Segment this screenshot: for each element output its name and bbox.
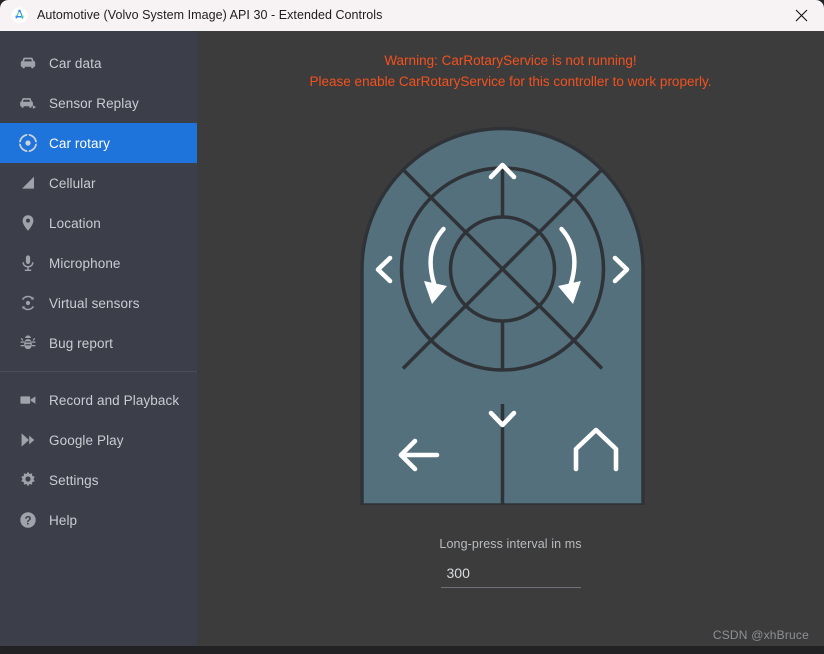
virtual-sensors-icon [17, 292, 39, 314]
window-title: Automotive (Volvo System Image) API 30 -… [37, 8, 383, 22]
microphone-icon [17, 252, 39, 274]
sidebar-item-label: Bug report [49, 335, 114, 351]
sidebar-item-cellular[interactable]: Cellular [0, 163, 197, 203]
window-bottom-edge [0, 646, 824, 654]
sidebar-item-label: Settings [49, 472, 99, 488]
close-button[interactable] [778, 0, 824, 31]
long-press-interval-group: Long-press interval in ms [197, 537, 824, 588]
sidebar-item-label: Sensor Replay [49, 95, 139, 111]
warning-message: Warning: CarRotaryService is not running… [197, 50, 824, 92]
sidebar-item-help[interactable]: ? Help [0, 500, 197, 540]
main-content: Warning: CarRotaryService is not running… [197, 31, 824, 654]
sidebar-item-sensor-replay[interactable]: Sensor Replay [0, 83, 197, 123]
sidebar-item-label: Location [49, 215, 101, 231]
sidebar-divider [0, 371, 197, 372]
sidebar-item-record-and-playback[interactable]: Record and Playback [0, 380, 197, 420]
sidebar-item-label: Car rotary [49, 135, 111, 151]
long-press-interval-label: Long-press interval in ms [439, 537, 582, 551]
video-camera-icon [17, 389, 39, 411]
sidebar-item-bug-report[interactable]: Bug report [0, 323, 197, 363]
sidebar-item-car-rotary[interactable]: Car rotary [0, 123, 197, 163]
warning-line-2: Please enable CarRotaryService for this … [309, 74, 712, 89]
long-press-interval-input[interactable] [440, 560, 581, 588]
title-bar: Automotive (Volvo System Image) API 30 -… [0, 0, 824, 31]
android-studio-icon [11, 7, 28, 24]
sidebar-item-google-play[interactable]: Google Play [0, 420, 197, 460]
sidebar-item-label: Record and Playback [49, 392, 180, 408]
sidebar-top-spacer [0, 31, 197, 43]
rotary-knob-icon [17, 132, 39, 154]
warning-line-1: Warning: CarRotaryService is not running… [384, 53, 637, 68]
signal-bars-icon [17, 172, 39, 194]
help-circle-icon: ? [17, 509, 39, 531]
sidebar-item-location[interactable]: Location [0, 203, 197, 243]
watermark-text: CSDN @xhBruce [712, 628, 809, 642]
sidebar-item-label: Car data [49, 55, 102, 71]
car-replay-icon [17, 92, 39, 114]
gear-icon [17, 469, 39, 491]
map-pin-icon [17, 212, 39, 234]
sidebar-item-label: Virtual sensors [49, 295, 140, 311]
car-rotary-controller[interactable] [360, 125, 645, 507]
sidebar-item-car-data[interactable]: Car data [0, 43, 197, 83]
sidebar-item-label: Microphone [49, 255, 121, 271]
svg-text:?: ? [24, 515, 31, 527]
bug-icon [17, 332, 39, 354]
extended-controls-window: Automotive (Volvo System Image) API 30 -… [0, 0, 824, 654]
sidebar-item-label: Google Play [49, 432, 124, 448]
sidebar-item-settings[interactable]: Settings [0, 460, 197, 500]
sidebar-item-microphone[interactable]: Microphone [0, 243, 197, 283]
close-icon [795, 9, 808, 22]
sidebar-nav: Car data Sensor Replay Car rotary Cellul… [0, 31, 197, 654]
google-play-icon [17, 429, 39, 451]
sidebar-item-label: Help [49, 512, 78, 528]
sidebar-item-virtual-sensors[interactable]: Virtual sensors [0, 283, 197, 323]
car-icon [17, 52, 39, 74]
sidebar-item-label: Cellular [49, 175, 96, 191]
